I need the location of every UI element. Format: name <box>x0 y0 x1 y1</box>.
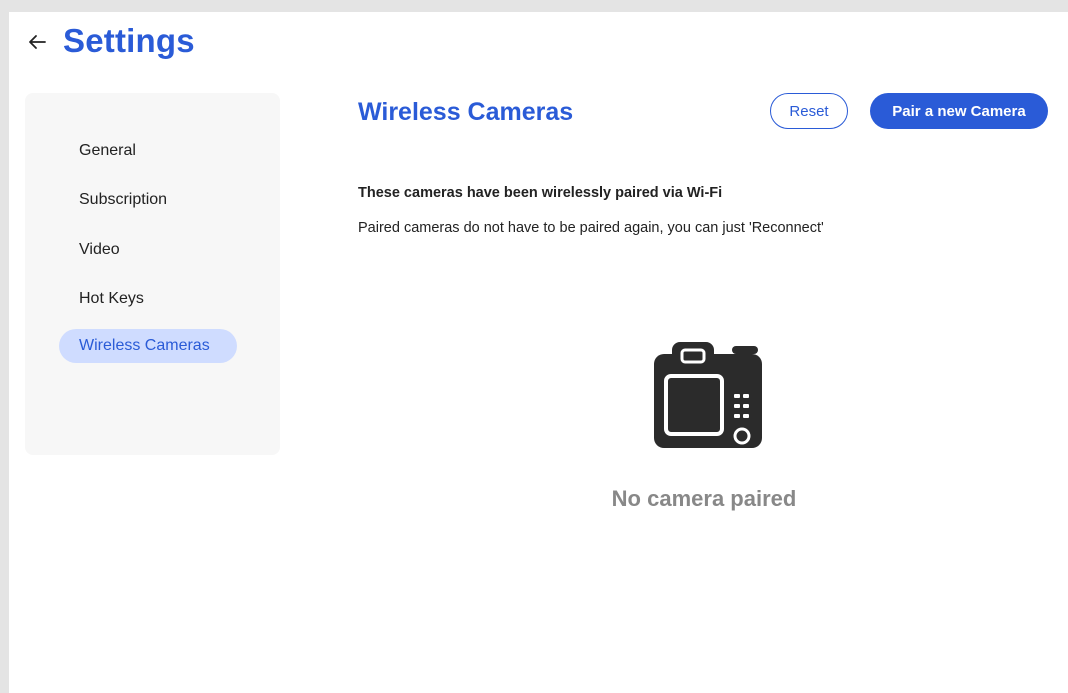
page-title: Settings <box>63 22 195 59</box>
sidebar-item-hot-keys[interactable]: Hot Keys <box>59 282 164 316</box>
sidebar-item-subscription[interactable]: Subscription <box>59 183 187 217</box>
arrow-left-icon[interactable] <box>25 30 49 54</box>
settings-window: Settings General Subscription Video Hot … <box>9 12 1068 693</box>
section-title: Wireless Cameras <box>358 98 574 126</box>
pairing-description-heading: These cameras have been wirelessly paire… <box>358 185 723 201</box>
reset-button[interactable]: Reset <box>770 93 848 129</box>
pairing-description-text: Paired cameras do not have to be paired … <box>358 220 824 236</box>
settings-sidebar: General Subscription Video Hot Keys Wire… <box>25 93 280 455</box>
pair-new-camera-button[interactable]: Pair a new Camera <box>870 93 1048 129</box>
sidebar-item-general[interactable]: General <box>59 134 156 168</box>
camera-icon <box>642 342 764 450</box>
sidebar-item-wireless-cameras[interactable]: Wireless Cameras <box>59 329 237 363</box>
empty-state-text: No camera paired <box>611 486 797 511</box>
sidebar-item-video[interactable]: Video <box>59 233 140 267</box>
